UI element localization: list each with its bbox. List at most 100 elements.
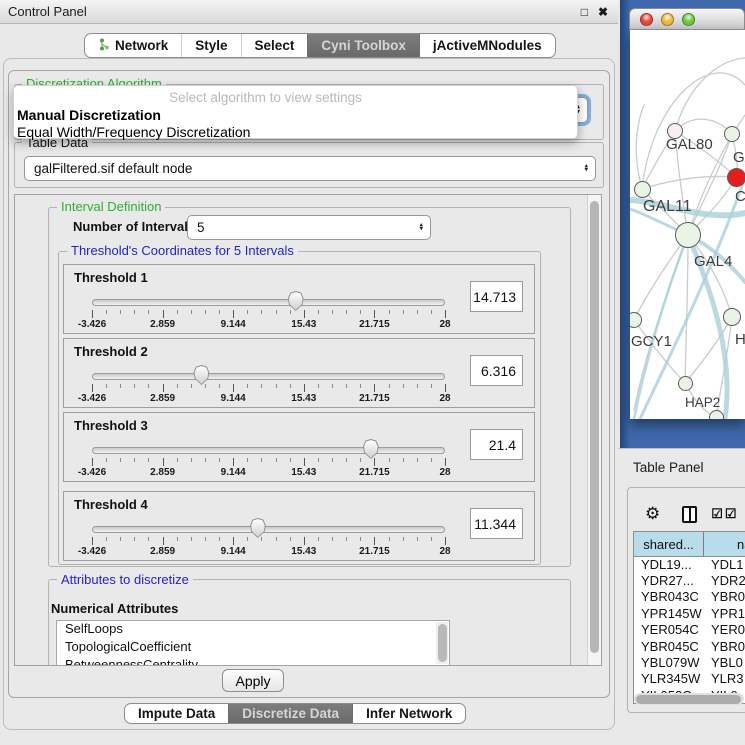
threshold-panel-1: Threshold 1-3.4262.8599.14415.4321.71528… <box>63 264 535 334</box>
table-row[interactable]: YBR045CYBR0 <box>634 638 745 654</box>
tick-label: 21.715 <box>359 546 390 557</box>
threshold-slider[interactable]: -3.4262.8599.14415.4321.71528 <box>92 339 445 409</box>
threshold-slider[interactable]: -3.4262.8599.14415.4321.71528 <box>92 492 445 562</box>
network-canvas[interactable]: GAL80GACGAL11GAL4GCY1HHAP2 <box>630 30 745 419</box>
tick-mark <box>360 384 361 388</box>
table-row[interactable]: YDR27...YDR2 <box>634 572 745 588</box>
settings-vertical-scrollbar[interactable] <box>587 195 601 665</box>
table-row[interactable]: YDL19...YDL1 <box>634 556 745 572</box>
gear-icon[interactable]: ⚙ <box>645 505 660 523</box>
float-window-icon[interactable]: □ <box>581 5 588 19</box>
tab-cyni-toolbox[interactable]: Cyni Toolbox <box>307 34 419 57</box>
network-node-gal3[interactable] <box>724 126 740 142</box>
tick-mark <box>163 537 164 545</box>
bottom-tab-infer-network-label: Infer Network <box>366 706 452 721</box>
threshold-value-field[interactable]: 14.713 <box>470 281 523 312</box>
tab-select[interactable]: Select <box>241 34 308 57</box>
tick-label: 28 <box>439 393 450 404</box>
tick-mark <box>360 537 361 541</box>
network-node-red-node[interactable] <box>727 168 745 187</box>
tick-mark <box>276 384 277 388</box>
tick-mark <box>177 310 178 314</box>
slider-thumb[interactable] <box>362 439 379 459</box>
control-panel-titlebar: Control Panel □ ✖ <box>0 0 618 24</box>
tab-network[interactable]: Network <box>85 34 181 57</box>
network-node-h-node[interactable] <box>723 308 741 326</box>
threshold-value-field[interactable]: 11.344 <box>470 508 523 539</box>
table-row[interactable]: YBR043CYBR0 <box>634 589 745 605</box>
minimize-traffic-light[interactable] <box>661 13 674 26</box>
tick-mark <box>417 310 418 314</box>
tick-label: 15.43 <box>291 546 316 557</box>
table-row[interactable]: YER054CYER0 <box>634 622 745 638</box>
tick-mark <box>247 537 248 541</box>
table-data-combobox[interactable]: galFiltered.sif default node ▴▾ <box>24 156 596 181</box>
close-icon[interactable]: ✖ <box>598 5 608 19</box>
table-horizontal-scrollbar[interactable] <box>634 693 744 705</box>
network-node-gal11[interactable] <box>634 181 651 198</box>
attributes-list-scrollbar-thumb[interactable] <box>438 624 447 662</box>
list-item-selfloops[interactable]: SelfLoops <box>57 621 449 639</box>
network-window-titlebar[interactable] <box>629 8 745 30</box>
tick-label: 9.144 <box>221 467 246 478</box>
column-header-name[interactable]: na <box>704 532 745 556</box>
network-node-bottom-node[interactable] <box>709 410 724 420</box>
attributes-list-scrollbar[interactable] <box>436 622 448 664</box>
tab-jactivemnodules[interactable]: jActiveMNodules <box>419 34 555 57</box>
list-item-betweennesscentrality[interactable]: BetweennessCentrality <box>57 657 449 666</box>
numerical-attributes-list[interactable]: SelfLoopsTopologicalCoefficientBetweenne… <box>56 620 450 666</box>
table-scrollbar-thumb[interactable] <box>636 695 741 704</box>
settings-scrollbar-thumb[interactable] <box>590 201 599 653</box>
threshold-slider[interactable]: -3.4262.8599.14415.4321.71528 <box>92 265 445 335</box>
tick-mark <box>148 458 149 462</box>
column-header-shared-name[interactable]: shared... <box>634 532 704 556</box>
threshold-slider[interactable]: -3.4262.8599.14415.4321.71528 <box>92 413 445 483</box>
cell-name: YPR1 <box>704 606 745 621</box>
tick-label: 2.859 <box>150 546 175 557</box>
zoom-traffic-light[interactable] <box>682 13 695 26</box>
slider-track[interactable] <box>92 447 445 454</box>
tab-style[interactable]: Style <box>181 34 240 57</box>
bottom-tab-infer-network[interactable]: Infer Network <box>352 704 465 723</box>
tick-mark <box>304 537 305 545</box>
cell-name: YDL1 <box>704 557 745 572</box>
dropdown-option-equal-width[interactable]: Equal Width/Frequency Discretization <box>14 123 577 140</box>
tick-mark <box>346 310 347 314</box>
tick-label: 15.43 <box>291 467 316 478</box>
dropdown-option-manual-discretization[interactable]: Manual Discretization <box>14 105 577 123</box>
bottom-tab-discretize-data[interactable]: Discretize Data <box>228 704 352 723</box>
cell-shared-name: YBR043C <box>634 589 704 604</box>
slider-thumb[interactable] <box>287 291 304 311</box>
table-row[interactable]: YPR145WYPR1 <box>634 605 745 621</box>
tick-mark <box>148 537 149 541</box>
column-layout-icon[interactable] <box>682 506 697 523</box>
threshold-value-field[interactable]: 21.4 <box>470 429 523 460</box>
network-node-gal4[interactable] <box>675 222 701 248</box>
tick-mark <box>92 458 93 466</box>
slider-track[interactable] <box>92 526 445 533</box>
tick-mark <box>163 458 164 466</box>
combo-stepper-icon: ▴▾ <box>419 223 423 232</box>
tick-mark <box>431 310 432 314</box>
slider-thumb[interactable] <box>249 518 266 538</box>
list-item-topologicalcoefficient[interactable]: TopologicalCoefficient <box>57 639 449 657</box>
slider-thumb[interactable] <box>193 365 210 385</box>
threshold-value-field[interactable]: 6.316 <box>470 355 523 386</box>
tick-mark <box>318 384 319 388</box>
tick-label: 21.715 <box>359 467 390 478</box>
control-panel-title: Control Panel <box>8 4 87 19</box>
tick-label: -3.426 <box>78 467 106 478</box>
table-row[interactable]: YLR345WYLR3 <box>634 671 745 687</box>
checkbox-icons[interactable]: ☑☑ <box>711 506 738 522</box>
tab-jactivemnodules-label: jActiveMNodules <box>433 38 542 53</box>
number-of-intervals-combobox[interactable]: 5 ▴▾ <box>187 215 431 240</box>
tick-mark <box>134 310 135 314</box>
bottom-tab-impute-data[interactable]: Impute Data <box>125 704 228 723</box>
tick-mark <box>106 537 107 541</box>
close-traffic-light[interactable] <box>640 13 653 26</box>
table-row[interactable]: YBL079WYBL0 <box>634 654 745 670</box>
network-node-hap2[interactable] <box>678 376 693 391</box>
slider-track[interactable] <box>92 373 445 380</box>
slider-track[interactable] <box>92 299 445 306</box>
apply-button[interactable]: Apply <box>222 669 284 692</box>
